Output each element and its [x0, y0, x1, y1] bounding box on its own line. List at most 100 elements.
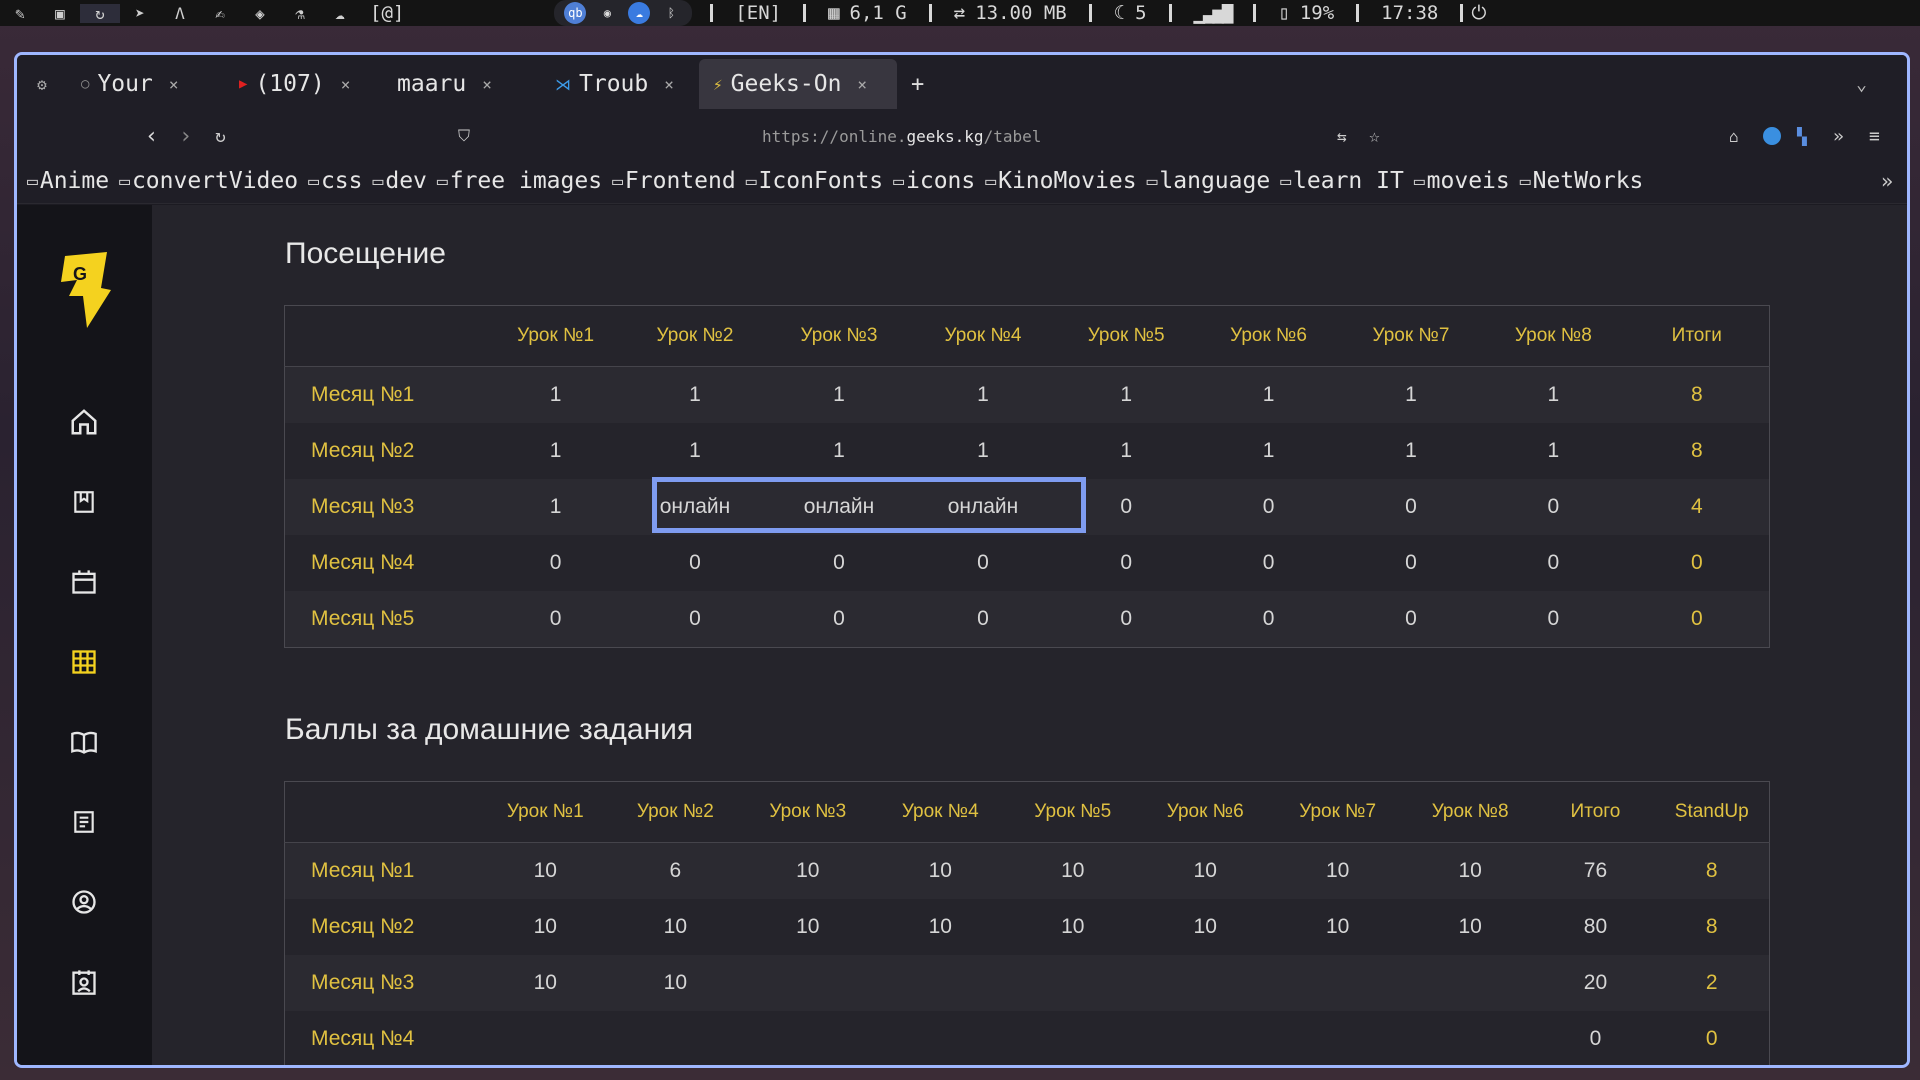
extension-icon[interactable]: ⚙	[17, 75, 67, 94]
qbittorrent-icon[interactable]: qb	[564, 2, 587, 24]
bookmark-folder[interactable]: ▭ convertVideo	[119, 168, 298, 194]
tab-youtube[interactable]: ▶ (107) ×	[225, 59, 383, 109]
lesson-cell: онлайн	[910, 479, 1055, 535]
bookmark-folder[interactable]: ▭ Frontend	[612, 168, 736, 194]
bookmark-star-icon[interactable]: ☆	[1369, 126, 1380, 147]
month-label[interactable]: Месяц №2	[284, 423, 489, 479]
month-label[interactable]: Месяц №4	[284, 1011, 482, 1065]
bookmark-folder[interactable]: ▭ css	[308, 168, 362, 194]
bookmark-folder[interactable]: ▭ learn IT	[1280, 168, 1404, 194]
close-icon[interactable]: ×	[857, 75, 867, 94]
menu-icon[interactable]: ≡	[1869, 126, 1880, 147]
table-nav-icon[interactable]	[67, 645, 101, 679]
reload-icon[interactable]: ↻	[215, 126, 226, 147]
lesson-cell: 0	[623, 591, 767, 648]
homework-header-row: Урок №1 Урок №2 Урок №3 Урок №4 Урок №5 Урок …	[284, 781, 1770, 843]
tab-list-chevron-icon[interactable]: ⌄	[1856, 74, 1867, 95]
table-row: Месяц №1 10 6 10 10 10 10 10 10 76 8	[284, 842, 1770, 899]
month-label[interactable]: Месяц №1	[284, 366, 489, 423]
lesson-cell: 0	[1482, 479, 1625, 535]
bookmarks-overflow-icon[interactable]: »	[1881, 169, 1893, 193]
total-cell: 0	[1624, 591, 1770, 648]
month-label[interactable]: Месяц №3	[284, 479, 489, 535]
geeks-logo[interactable]: G	[57, 250, 113, 334]
url-field[interactable]: https://online.geeks.kg/tabel	[762, 127, 1041, 146]
lesson-cell	[1138, 955, 1272, 1011]
bookmark-folder[interactable]: ▭ NetWorks	[1520, 168, 1644, 194]
translate-icon[interactable]: ⇆	[1337, 127, 1347, 146]
launcher-icon[interactable]: ✎	[0, 4, 40, 23]
home-nav-icon[interactable]	[67, 405, 101, 439]
close-icon[interactable]: ×	[664, 75, 674, 94]
extension-blue-icon[interactable]	[1763, 127, 1781, 145]
tab-geeks-online[interactable]: ⚡ Geeks-On ×	[699, 59, 897, 109]
table-row: Месяц №2 10 10 10 10 10 10 10 10 80 8	[284, 899, 1770, 955]
month-label[interactable]: Месяц №1	[284, 842, 482, 899]
bookmark-folder[interactable]: ▭ language	[1147, 168, 1271, 194]
side-navigation: G	[17, 205, 152, 1065]
month-label[interactable]: Месяц №4	[284, 535, 489, 591]
git-icon[interactable]: ◈	[240, 4, 280, 23]
lesson-cell: 10	[1138, 899, 1272, 955]
steam-icon[interactable]: ◉	[596, 2, 618, 24]
table-row: Месяц №2 1 1 1 1 1 1 1 1 8	[284, 423, 1770, 479]
tab-your[interactable]: ○ Your ×	[67, 59, 225, 109]
document-nav-icon[interactable]	[67, 805, 101, 839]
browser-window: ⚙ ○ Your × ▶ (107) × maaru × ⋊ Troub × ⚡ Gee…	[14, 52, 1910, 1068]
lesson-cell: 0	[766, 591, 911, 648]
bookmark-folder[interactable]: ▭ free images	[437, 168, 602, 194]
bookmark-folder[interactable]: ▭ dev	[373, 168, 427, 194]
close-icon[interactable]: ×	[482, 75, 492, 94]
bookmark-folder[interactable]: ▭ Anime	[27, 168, 109, 194]
overflow-chevron-icon[interactable]: »	[1833, 126, 1844, 147]
bookmark-folder[interactable]: ▭ KinoMovies	[985, 168, 1136, 194]
bluetooth-icon[interactable]: ᛒ	[660, 2, 682, 24]
pen-icon[interactable]: ✍	[200, 4, 240, 23]
calendar-nav-icon[interactable]	[67, 565, 101, 599]
homework-title: Баллы за домашние задания	[285, 713, 694, 746]
profile-nav-icon[interactable]	[67, 885, 101, 919]
back-icon[interactable]: ‹	[145, 124, 158, 149]
column-header: Урок №8	[1482, 305, 1625, 367]
book-nav-icon[interactable]	[67, 725, 101, 759]
tab-maaru[interactable]: maaru ×	[383, 59, 541, 109]
folder-icon: ▭	[745, 170, 757, 192]
extension-puzzle-icon[interactable]: ⌂	[1729, 127, 1739, 146]
docker-icon[interactable]: ☁	[320, 4, 360, 23]
lesson-cell: 10	[1006, 899, 1139, 955]
close-icon[interactable]: ×	[169, 75, 179, 94]
lesson-cell: 1	[1197, 423, 1340, 479]
lesson-cell: 0	[1339, 479, 1483, 535]
bookmark-folder[interactable]: ▭ IconFonts	[746, 168, 883, 194]
terminal-icon[interactable]: ▣	[40, 4, 80, 23]
lesson-cell: 0	[1054, 591, 1198, 648]
bookmark-nav-icon[interactable]	[67, 485, 101, 519]
geeks-favicon-icon: ⚡	[713, 74, 723, 94]
contact-nav-icon[interactable]	[67, 965, 101, 999]
lesson-cell: 0	[766, 535, 911, 591]
keyboard-layout[interactable]: [EN]	[710, 2, 803, 24]
cloud-icon[interactable]: ☁	[628, 2, 651, 24]
folder-icon: ▭	[612, 170, 623, 192]
lesson-cell	[1271, 1011, 1404, 1065]
bookmark-folder[interactable]: ▭ moveis	[1414, 168, 1510, 194]
extension-translate-icon[interactable]: ▚	[1797, 127, 1807, 146]
arch-icon[interactable]: Λ	[160, 4, 200, 23]
lesson-cell	[1006, 955, 1139, 1011]
flask-icon[interactable]: ⚗	[280, 4, 320, 23]
lesson-cell: 1	[623, 366, 767, 423]
forward-icon[interactable]: ›	[179, 124, 192, 149]
month-label[interactable]: Месяц №3	[284, 955, 482, 1011]
telegram-icon[interactable]: ➤	[120, 4, 160, 23]
table-row: Месяц №3 1 онлайн онлайн онлайн 0 0 0 0 4	[284, 479, 1770, 535]
refresh-app-icon[interactable]: ↻	[80, 3, 120, 23]
bookmark-folder[interactable]: ▭ icons	[893, 168, 975, 194]
close-icon[interactable]: ×	[341, 75, 351, 94]
month-label[interactable]: Месяц №5	[284, 591, 489, 648]
shield-icon[interactable]: ⛉	[458, 126, 470, 146]
power-icon[interactable]: ⏻	[1460, 2, 1494, 24]
month-label[interactable]: Месяц №2	[284, 899, 482, 955]
workspace-label: [@]	[370, 2, 405, 24]
tab-trouble[interactable]: ⋊ Troub ×	[541, 59, 699, 109]
new-tab-icon[interactable]: +	[911, 72, 924, 97]
